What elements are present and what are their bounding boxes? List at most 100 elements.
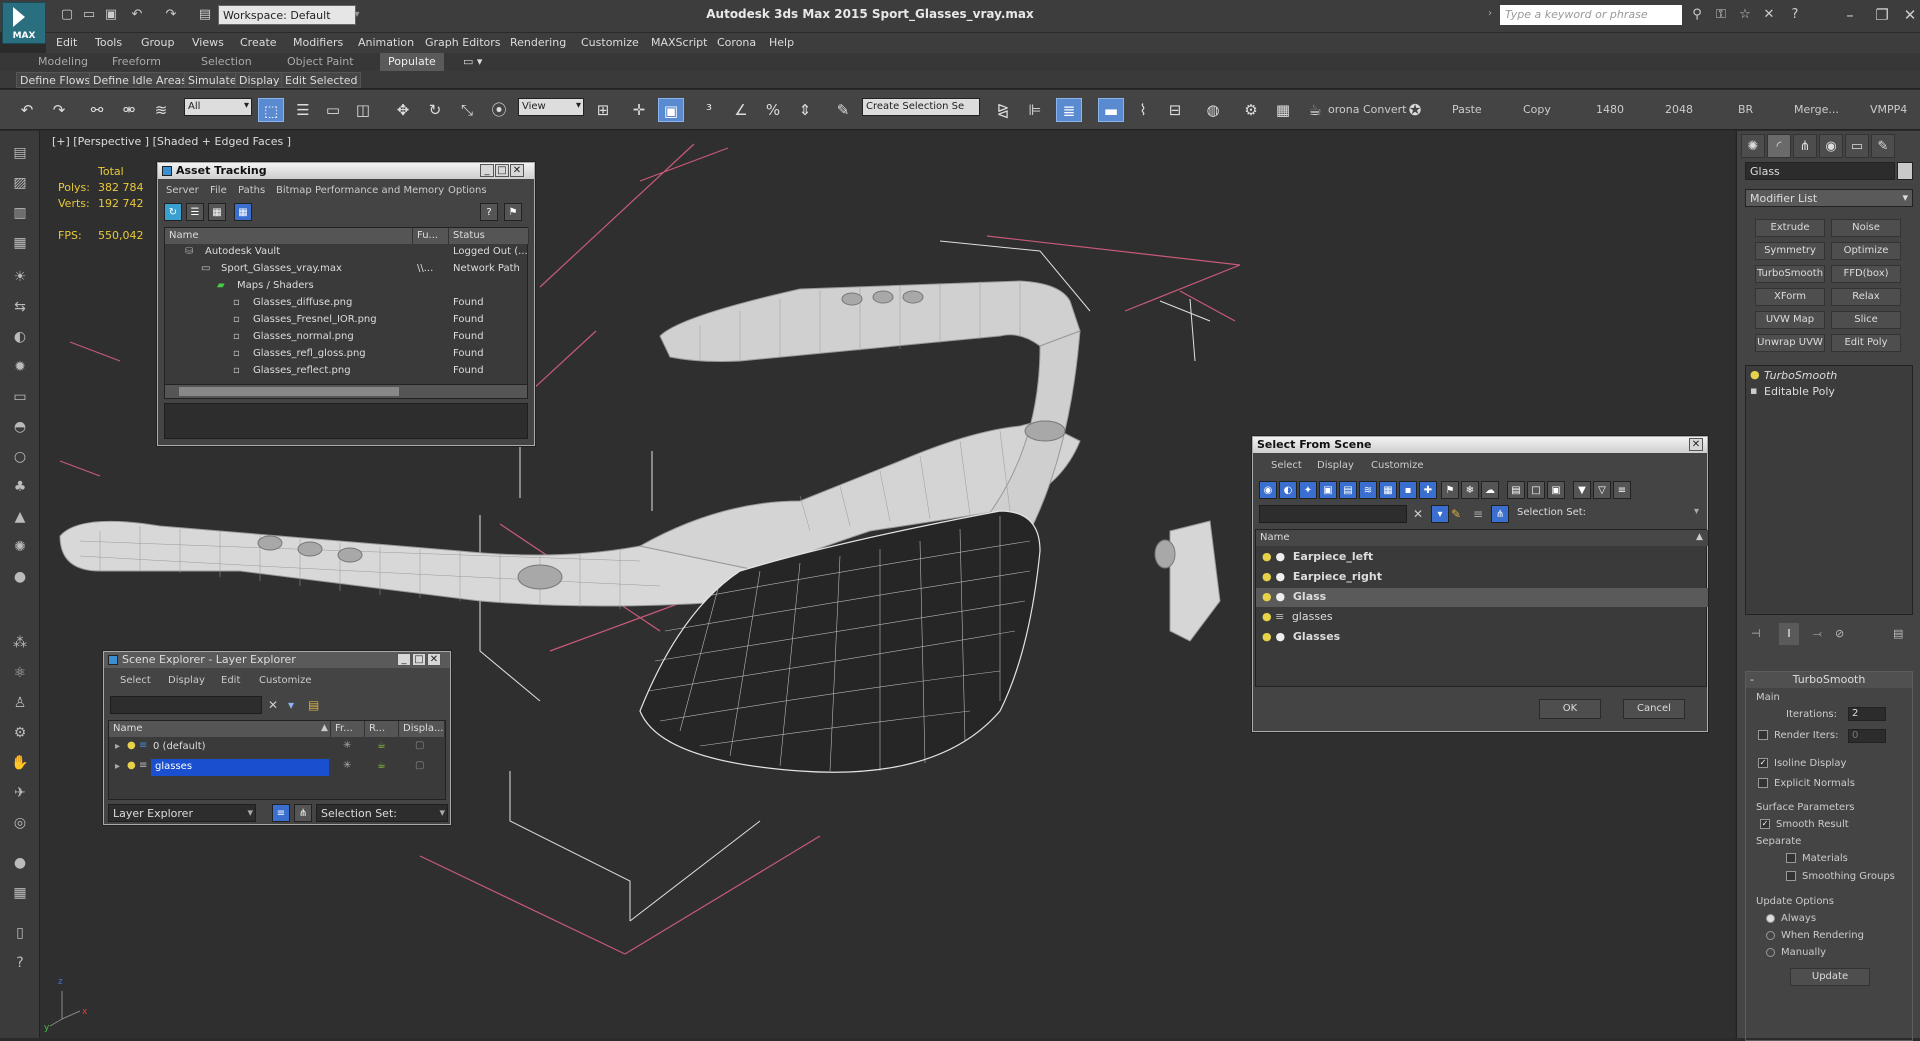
when-rendering-radio[interactable]: When Rendering (1766, 930, 1864, 941)
hierarchy-tab-icon[interactable]: ⋔ (1793, 134, 1817, 158)
help-icon[interactable]: ? (8, 951, 32, 975)
menu-tools[interactable]: Tools (95, 36, 122, 49)
selection-filter-dropdown[interactable]: All ▾ (184, 98, 252, 116)
motion-tab-icon[interactable]: ◉ (1819, 134, 1843, 158)
unlink-icon[interactable]: ⚮ (116, 98, 142, 122)
open-file-icon[interactable]: ▭ (80, 6, 98, 24)
lightbulb-icon[interactable]: ● (1262, 550, 1272, 563)
exchange-icon[interactable]: ✕ (1760, 6, 1778, 24)
object-name-field[interactable]: Glass (1745, 162, 1895, 180)
manually-radio[interactable]: Manually (1766, 947, 1826, 958)
remove-modifier-icon[interactable]: ⊘ (1835, 627, 1844, 640)
slice-button[interactable]: Slice (1831, 311, 1901, 329)
maximize-icon[interactable]: □ (412, 653, 426, 666)
asset-path-field[interactable] (164, 403, 528, 439)
funnel-options-icon[interactable]: ▽ (1593, 481, 1611, 499)
edit-named-selection-icon[interactable]: ✎ (830, 98, 856, 122)
gear-icon[interactable]: ⚙ (8, 721, 32, 745)
angle-snap-icon[interactable]: ∠ (728, 98, 754, 122)
relax-button[interactable]: Relax (1831, 288, 1901, 306)
maximize-icon[interactable]: □ (495, 164, 509, 177)
sfs-item-earpiece-left[interactable]: ● ● Earpiece_left (1256, 548, 1708, 567)
scale-icon[interactable]: ⤡ (454, 98, 480, 122)
sfs-selection-set-dropdown[interactable]: Selection Set: ▾ (1513, 505, 1701, 523)
tab-selection[interactable]: Selection (193, 53, 260, 71)
make-unique-icon[interactable]: ⤙ (1813, 627, 1822, 641)
asset-row-name[interactable]: ▫ Glasses_Fresnel_IOR.png (233, 312, 413, 329)
close-window-icon[interactable]: ✕ (1890, 4, 1920, 26)
ball-icon[interactable]: ● (8, 851, 32, 875)
menu-corona[interactable]: Corona (717, 36, 756, 49)
expand-arrow-icon[interactable]: ▸ (115, 741, 120, 752)
lightbulb-icon[interactable]: ● (1262, 630, 1272, 643)
simulate-button[interactable]: Simulate (184, 72, 241, 88)
filter-shapes-icon[interactable]: ◐ (1279, 481, 1297, 499)
sfs-hierarchy-icon[interactable]: ⋔ (1491, 505, 1509, 523)
scrollbar-thumb[interactable] (179, 387, 399, 396)
spinner-snap-icon[interactable]: ⇕ (792, 98, 818, 122)
filter-containers-icon[interactable]: ⚑ (1441, 481, 1459, 499)
sfs-filter-icon[interactable]: ▾ (1431, 505, 1449, 523)
link-icon[interactable]: ⚯ (84, 98, 110, 122)
edit-selected-button[interactable]: Edit Selected (281, 72, 362, 88)
freeze-snowflake-icon[interactable]: ✳ (343, 760, 351, 771)
sfs-menu-display[interactable]: Display (1317, 460, 1354, 471)
asset-col-full[interactable]: Fu... (413, 228, 449, 244)
define-flows-button[interactable]: Define Flows (16, 72, 95, 88)
asset-menu-bitmap[interactable]: Bitmap Performance and Memory (276, 185, 444, 196)
turbosmooth-button[interactable]: TurboSmooth (1755, 265, 1825, 283)
menu-help[interactable]: Help (769, 36, 794, 49)
modifier-list-dropdown[interactable]: Modifier List ▾ (1745, 189, 1913, 207)
asset-menu-paths[interactable]: Paths (238, 185, 265, 196)
optimize-button[interactable]: Optimize (1831, 242, 1901, 260)
filter-lights-icon[interactable]: ✦ (1299, 481, 1317, 499)
layer-col-render[interactable]: R... (365, 721, 399, 737)
move-icon[interactable]: ✥ (390, 98, 416, 122)
uvw-map-button[interactable]: UVW Map (1755, 311, 1825, 329)
clear-search-icon[interactable]: ✕ (1413, 507, 1423, 521)
asset-col-status[interactable]: Status (449, 228, 529, 244)
asset-row-name[interactable]: ▫ Glasses_normal.png (233, 329, 413, 346)
named-selection-sets-dropdown[interactable]: Create Selection Se (862, 98, 980, 116)
render-production-icon[interactable]: ☕ (1302, 98, 1328, 122)
asset-menu-file[interactable]: File (210, 185, 227, 196)
window-crossing-icon[interactable]: ◫ (350, 98, 376, 122)
layer-manager-icon[interactable]: ≣ (1056, 98, 1082, 122)
filter-icon[interactable]: ▾ (288, 698, 294, 712)
scene-explorer-icon[interactable]: ▤ (8, 141, 32, 165)
sfs-search-input[interactable] (1259, 505, 1407, 523)
sfs-options-icon[interactable]: ✎ (1451, 507, 1461, 521)
mirror-icon[interactable]: ⧎ (990, 98, 1016, 122)
figure-icon[interactable]: ♙ (8, 691, 32, 715)
tab-modeling[interactable]: Modeling (30, 53, 96, 71)
symmetry-button[interactable]: Symmetry (1755, 242, 1825, 260)
tab-object-paint[interactable]: Object Paint (279, 53, 362, 71)
layer-col-freeze[interactable]: Fr... (331, 721, 365, 737)
lightbulb-icon[interactable]: ● (127, 740, 136, 751)
plant-icon[interactable]: ♣ (8, 475, 32, 499)
update-button[interactable]: Update (1790, 968, 1870, 986)
layer-row-default[interactable]: ▸ ● ≡ 0 (default) ✳ ☕ ▢ (109, 739, 445, 757)
curve-editor-icon[interactable]: ⌇ (1130, 98, 1156, 122)
menu-maxscript[interactable]: MAXScript (651, 36, 707, 49)
sfs-col-name[interactable]: Name (1256, 530, 1708, 546)
close-icon[interactable]: ✕ (510, 164, 524, 177)
new-file-icon[interactable]: ▢ (58, 6, 76, 24)
display-none-icon[interactable]: □ (1527, 481, 1545, 499)
percent-snap-icon[interactable]: % (760, 98, 786, 122)
frame-icon[interactable]: ▭ (8, 385, 32, 409)
sfs-item-glass[interactable]: ● ● Glass (1256, 588, 1708, 607)
stack-item-editable-poly[interactable]: ▪ Editable Poly (1748, 384, 1908, 400)
table-view-icon[interactable]: ▦ (208, 203, 226, 221)
asset-tracking-title-bar[interactable]: Asset Tracking (158, 163, 534, 179)
explorer-menu-edit[interactable]: Edit (221, 675, 240, 686)
sfs-item-earpiece-right[interactable]: ● ● Earpiece_right (1256, 568, 1708, 587)
lightbulb-icon[interactable]: ● (1262, 590, 1272, 603)
device-icon[interactable]: ▯ (8, 921, 32, 945)
lightbulb-icon[interactable]: ☀ (8, 265, 32, 289)
key-icon[interactable]: ⚿ (1712, 6, 1730, 24)
menu-edit[interactable]: Edit (56, 36, 77, 49)
viewport-label[interactable]: [+] [Perspective ] [Shaded + Edged Faces… (52, 135, 291, 148)
menu-group[interactable]: Group (141, 36, 175, 49)
workspace-dropdown[interactable]: Workspace: Default (218, 5, 356, 25)
